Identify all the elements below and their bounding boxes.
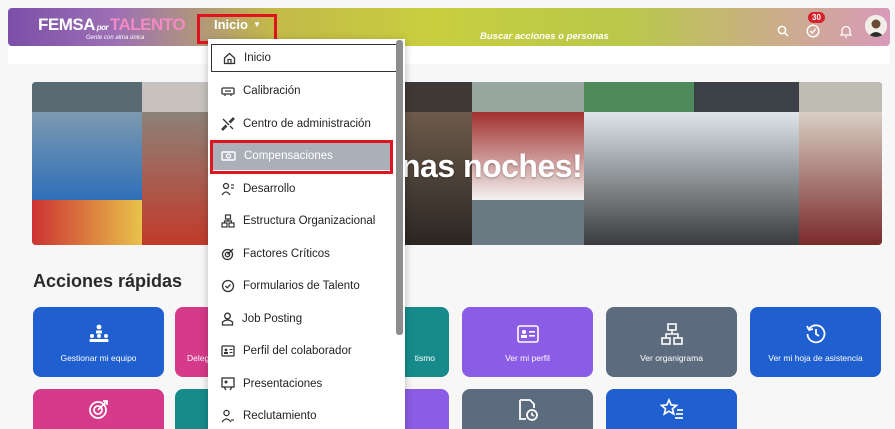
calibration-icon xyxy=(221,86,235,96)
logo-subtitle: Gente con alma única xyxy=(86,35,145,41)
menu-item-formularios[interactable]: Formularios de Talento xyxy=(210,272,392,300)
app-logo[interactable]: FEMSA por TALENTO xyxy=(38,15,186,35)
quick-action-manage-team[interactable]: Gestionar mi equipo xyxy=(33,307,164,377)
history-icon xyxy=(805,323,827,345)
menu-item-inicio[interactable]: Inicio xyxy=(211,44,399,72)
menu-item-factores-criticos[interactable]: Factores Críticos xyxy=(210,240,392,268)
menu-item-desarrollo[interactable]: Desarrollo xyxy=(210,175,392,203)
card-label: tismo xyxy=(414,353,435,363)
menu-item-centro-admin[interactable]: Centro de administración xyxy=(210,110,392,138)
job-posting-icon xyxy=(221,312,234,326)
avatar[interactable] xyxy=(865,15,887,37)
card-label: Ver organigrama xyxy=(640,353,703,363)
sub-header-bar xyxy=(8,46,890,64)
menu-item-job-posting[interactable]: Job Posting xyxy=(210,305,392,333)
card-label: Deleg xyxy=(187,353,210,363)
highlight-box-compensaciones xyxy=(210,140,393,174)
greeting-text: nas noches! xyxy=(401,148,583,184)
quick-actions-title: Acciones rápidas xyxy=(33,271,183,291)
menu-item-label: Calibración xyxy=(243,85,301,97)
menu-item-label: Estructura Organizacional xyxy=(243,215,376,227)
top-header: FEMSA por TALENTO Gente con alma única I… xyxy=(8,8,890,46)
admin-wrench-icon xyxy=(221,117,235,131)
card-label: Ver mi perfil xyxy=(505,353,550,363)
logo-main: FEMSA xyxy=(38,15,96,34)
quick-action-card-row2[interactable] xyxy=(606,389,737,429)
profile-card-icon xyxy=(516,323,539,345)
menu-item-label: Presentaciones xyxy=(243,378,323,390)
menu-item-calibracion[interactable]: Calibración xyxy=(210,77,392,105)
target-icon xyxy=(221,248,234,261)
menu-item-label: Reclutamiento xyxy=(243,410,317,422)
nav-dropdown-menu: Inicio Calibración Centro de administrac… xyxy=(208,39,405,429)
card-label: Ver mi hoja de asistencia xyxy=(768,353,863,363)
star-list-icon xyxy=(659,398,683,419)
menu-item-label: Factores Críticos xyxy=(243,248,330,260)
menu-item-perfil[interactable]: Perfil del colaborador xyxy=(210,337,392,365)
menu-item-label: Inicio xyxy=(244,52,271,64)
todo-check-icon[interactable] xyxy=(804,22,822,40)
logo-accent: TALENTO xyxy=(109,15,186,34)
menu-item-label: Perfil del colaborador xyxy=(243,345,352,357)
quick-action-card-row2[interactable] xyxy=(462,389,593,429)
menu-item-estructura-org[interactable]: Estructura Organizacional xyxy=(210,207,392,235)
org-chart-icon xyxy=(660,323,683,345)
bell-icon[interactable] xyxy=(837,22,855,40)
recruiting-icon xyxy=(221,409,234,423)
menu-scrollbar[interactable] xyxy=(396,40,403,335)
quick-action-org-chart[interactable]: Ver organigrama xyxy=(606,307,737,377)
presentation-icon xyxy=(221,377,235,391)
menu-item-label: Desarrollo xyxy=(243,183,296,195)
menu-item-reclutamiento[interactable]: Reclutamiento xyxy=(210,402,392,429)
app-shell: FEMSA por TALENTO Gente con alma única I… xyxy=(0,0,895,429)
search-input[interactable]: Buscar acciones o personas xyxy=(480,31,609,42)
document-clock-icon xyxy=(518,399,538,421)
target-arrow-icon xyxy=(88,400,108,419)
notification-count-badge: 30 xyxy=(808,12,825,23)
menu-item-label: Centro de administración xyxy=(243,118,371,130)
development-icon xyxy=(221,182,234,196)
quick-action-my-profile[interactable]: Ver mi perfil xyxy=(462,307,593,377)
form-icon xyxy=(221,279,235,293)
search-icon[interactable] xyxy=(774,22,792,40)
profile-icon xyxy=(221,345,235,357)
menu-item-presentaciones[interactable]: Presentaciones xyxy=(210,370,392,398)
team-icon xyxy=(88,323,110,345)
home-icon xyxy=(223,52,236,64)
org-structure-icon xyxy=(221,214,235,228)
card-label: Gestionar mi equipo xyxy=(60,353,137,363)
quick-action-card-row2[interactable] xyxy=(33,389,164,429)
menu-item-label: Job Posting xyxy=(242,313,303,325)
quick-action-attendance[interactable]: Ver mi hoja de asistencia xyxy=(750,307,881,377)
menu-item-label: Formularios de Talento xyxy=(243,280,360,292)
